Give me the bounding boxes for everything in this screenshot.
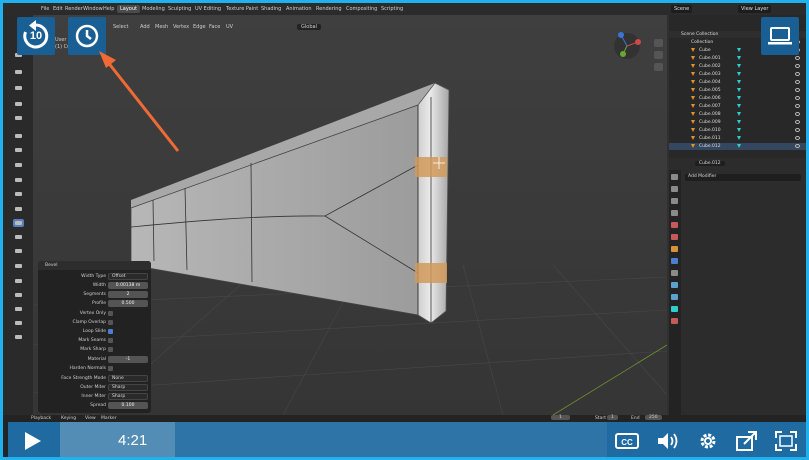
captions-button[interactable]: CC [615,430,639,452]
play-button[interactable] [22,430,44,452]
svg-text:CC: CC [621,438,633,447]
annotation-arrow [99,51,180,152]
current-time: 4:21 [118,432,148,449]
video-frame: File Edit Render Window Help Layout Mode… [0,0,809,460]
volume-button[interactable] [656,430,680,452]
video-control-bar: 4:21 CC [8,422,806,457]
share-button[interactable] [735,430,759,452]
fullscreen-button[interactable] [774,430,798,452]
settings-gear-icon[interactable] [696,430,720,452]
